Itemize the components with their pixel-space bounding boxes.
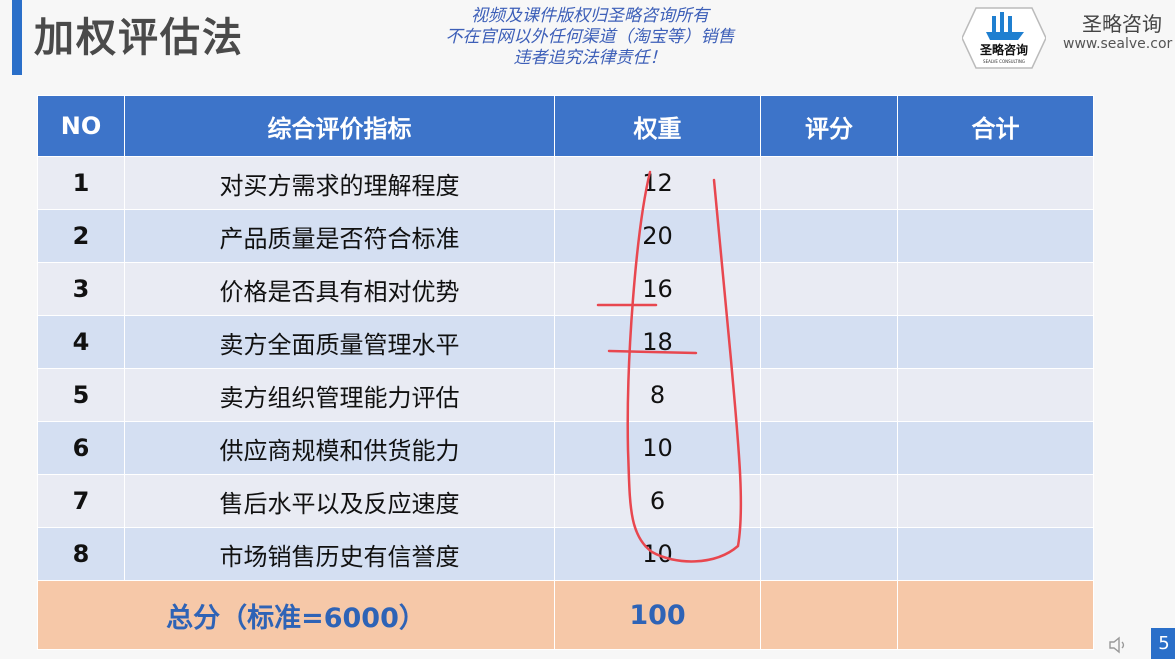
weight-cell: 20: [554, 209, 761, 263]
weight-cell: 10: [554, 527, 761, 581]
score-cell: [760, 315, 898, 369]
indicator-cell: 价格是否具有相对优势: [124, 262, 555, 316]
brand-logo: 圣略咨询 SEALVE CONSULTING: [961, 6, 1047, 70]
weight-cell: 12: [554, 156, 761, 210]
page-title: 加权评估法: [34, 15, 244, 61]
total-cell: [897, 262, 1094, 316]
total-cell: [897, 421, 1094, 475]
speaker-icon[interactable]: [1108, 636, 1130, 654]
table-row: 8 市场销售历史有信誉度 10: [37, 527, 1094, 581]
copyright-line: 违者追究法律责任！: [513, 48, 667, 68]
score-cell: [760, 421, 898, 475]
score-cell: [760, 368, 898, 422]
logo-mark-subtext: SEALVE CONSULTING: [983, 59, 1025, 64]
column-header-no: NO: [37, 95, 125, 157]
row-number: 4: [37, 315, 125, 369]
weight-cell: 8: [554, 368, 761, 422]
table-row: 1 对买方需求的理解程度 12: [37, 156, 1094, 210]
row-number: 5: [37, 368, 125, 422]
table-row: 4 卖方全面质量管理水平 18: [37, 315, 1094, 369]
total-weight-cell: 100: [554, 580, 761, 650]
copyright-notice: 视频及课件版权归圣略咨询所有 不在官网以外任何渠道（淘宝等）销售 违者追究法律责…: [400, 6, 780, 69]
column-header-indicator: 综合评价指标: [124, 95, 555, 157]
indicator-cell: 对买方需求的理解程度: [124, 156, 555, 210]
row-number: 2: [37, 209, 125, 263]
weight-cell: 6: [554, 474, 761, 528]
table-row: 7 售后水平以及反应速度 6: [37, 474, 1094, 528]
score-cell: [760, 527, 898, 581]
total-cell: [897, 474, 1094, 528]
column-header-weight: 权重: [554, 95, 761, 157]
ship-logo-icon: 圣略咨询 SEALVE CONSULTING: [961, 7, 1047, 69]
table-row: 5 卖方组织管理能力评估 8: [37, 368, 1094, 422]
indicator-cell: 市场销售历史有信誉度: [124, 527, 555, 581]
row-number: 6: [37, 421, 125, 475]
total-cell: [897, 156, 1094, 210]
total-sum-cell: [897, 580, 1094, 650]
total-cell: [897, 368, 1094, 422]
logo-mark-text: 圣略咨询: [979, 42, 1028, 57]
indicator-cell: 供应商规模和供货能力: [124, 421, 555, 475]
indicator-cell: 卖方组织管理能力评估: [124, 368, 555, 422]
total-cell: [897, 527, 1094, 581]
total-cell: [897, 209, 1094, 263]
total-cell: [897, 315, 1094, 369]
score-cell: [760, 209, 898, 263]
row-number: 7: [37, 474, 125, 528]
table-footer-row: 总分（标准=6000） 100: [37, 580, 1094, 650]
table-row: 3 价格是否具有相对优势 16: [37, 262, 1094, 316]
row-number: 8: [37, 527, 125, 581]
total-score-cell: [760, 580, 898, 650]
copyright-line: 不在官网以外任何渠道（淘宝等）销售: [445, 27, 735, 47]
score-cell: [760, 474, 898, 528]
weight-cell: 16: [554, 262, 761, 316]
column-header-score: 评分: [760, 95, 898, 157]
weight-cell: 18: [554, 315, 761, 369]
table-row: 2 产品质量是否符合标准 20: [37, 209, 1094, 263]
score-cell: [760, 262, 898, 316]
total-score-label: 总分（标准=6000）: [37, 580, 555, 650]
score-cell: [760, 156, 898, 210]
page-number: 5: [1151, 628, 1175, 659]
indicator-cell: 售后水平以及反应速度: [124, 474, 555, 528]
indicator-cell: 产品质量是否符合标准: [124, 209, 555, 263]
row-number: 1: [37, 156, 125, 210]
table-row: 6 供应商规模和供货能力 10: [37, 421, 1094, 475]
table-header-row: NO 综合评价指标 权重 评分 合计: [37, 95, 1094, 157]
column-header-total: 合计: [897, 95, 1094, 157]
row-number: 3: [37, 262, 125, 316]
copyright-line: 视频及课件版权归圣略咨询所有: [471, 6, 709, 26]
weight-cell: 10: [554, 421, 761, 475]
brand-name: 圣略咨询: [1082, 12, 1162, 36]
weighted-evaluation-table: NO 综合评价指标 权重 评分 合计 1 对买方需求的理解程度 12 2 产品质…: [37, 95, 1094, 650]
title-accent-bar: [12, 0, 22, 75]
brand-url: www.sealve.cor: [1063, 36, 1173, 52]
indicator-cell: 卖方全面质量管理水平: [124, 315, 555, 369]
